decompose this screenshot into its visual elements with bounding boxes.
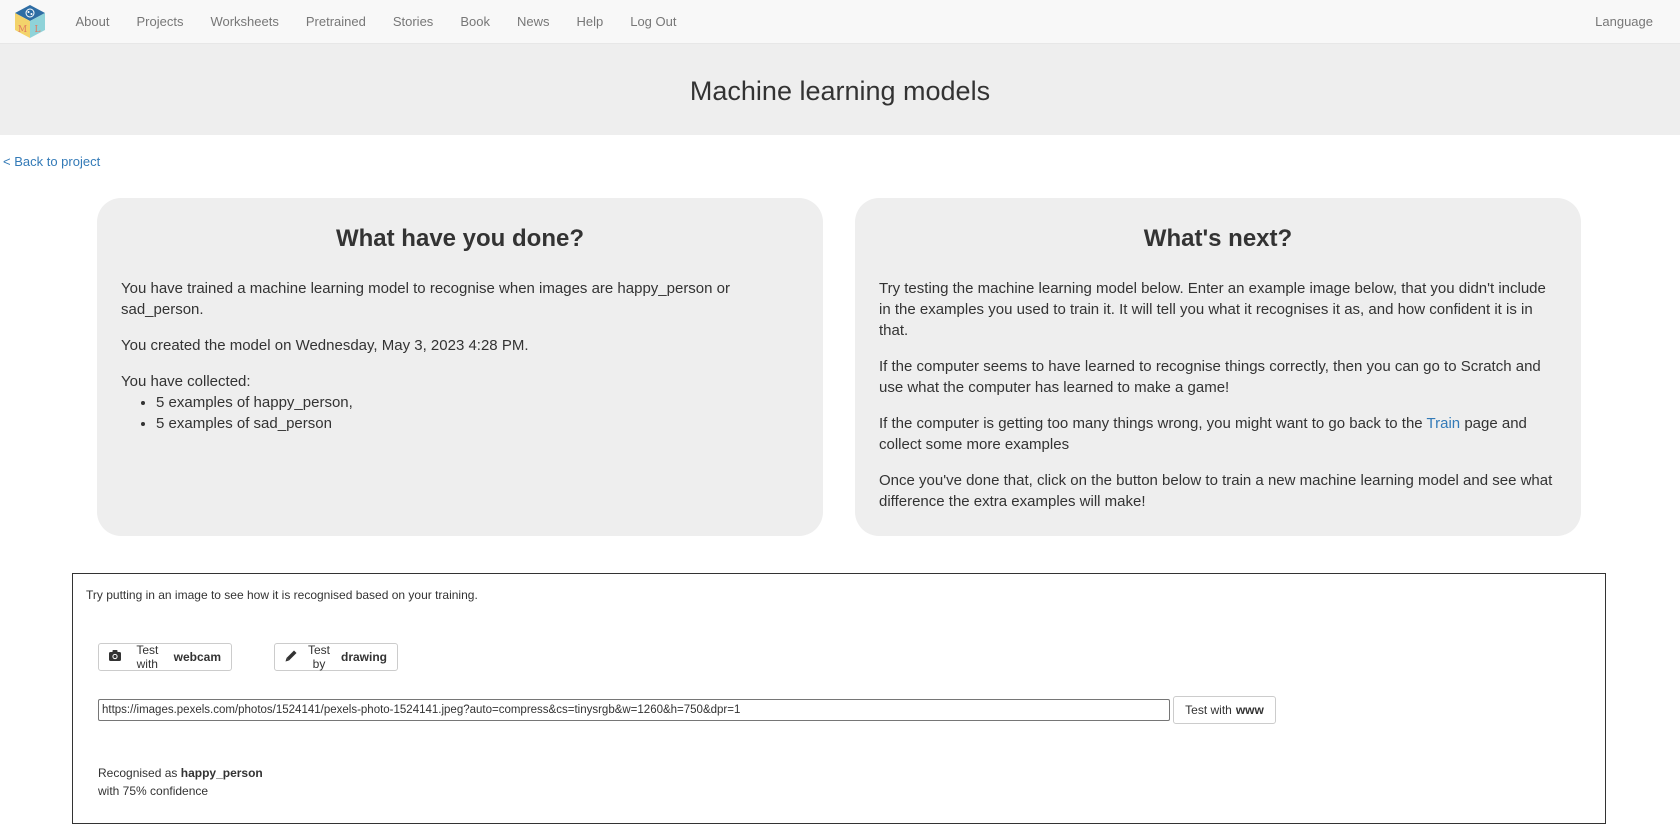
nav-menu: About Projects Worksheets Pretrained Sto… [62, 0, 690, 44]
trained-text: You have trained a machine learning mode… [121, 280, 731, 318]
next-paragraph-3: If the computer is getting too many thin… [879, 413, 1557, 455]
next-paragraph-1: Try testing the machine learning model b… [879, 280, 1546, 339]
webcam-button-bold: webcam [173, 650, 221, 664]
recognised-prefix: Recognised as [98, 766, 178, 780]
recognition-result: Recognised as happy_person with 75% conf… [98, 764, 263, 800]
nav-item-news[interactable]: News [503, 0, 563, 44]
test-by-drawing-button[interactable]: Test by drawing [274, 643, 398, 671]
test-with-www-button[interactable]: Test with www [1173, 696, 1276, 724]
language-menu[interactable]: Language [1595, 0, 1653, 44]
page-header: Machine learning models [0, 44, 1680, 135]
next-paragraph-4: Once you've done that, click on the butt… [879, 472, 1553, 510]
list-item: 5 examples of sad_person [156, 413, 799, 434]
collected-label: You have collected: [121, 373, 251, 390]
nav-item-logout[interactable]: Log Out [617, 0, 690, 44]
draw-button-bold: drawing [340, 650, 387, 664]
nav-item-about[interactable]: About [62, 0, 123, 44]
card-title: What's next? [1143, 225, 1293, 252]
test-intro-text: Try putting in an image to see how it is… [86, 588, 478, 602]
www-button-prefix: Test with [1185, 703, 1232, 717]
card-title: What have you done? [335, 225, 584, 252]
back-to-project-link[interactable]: < Back to project [3, 154, 100, 169]
image-url-input[interactable] [98, 699, 1170, 721]
whats-next-card: What's next? Try testing the machine lea… [855, 198, 1581, 536]
list-item: 5 examples of happy_person, [156, 392, 799, 413]
created-text: You created the model on Wednesday, May … [121, 337, 529, 354]
pencil-icon [285, 650, 301, 665]
test-with-webcam-button[interactable]: Test with webcam [98, 643, 232, 671]
www-button-bold: www [1235, 703, 1264, 717]
nav-item-help[interactable]: Help [563, 0, 617, 44]
navbar: M L About Projects Worksheets Pretrained… [0, 0, 1680, 44]
nav-item-stories[interactable]: Stories [379, 0, 446, 44]
svg-text:M: M [18, 25, 27, 35]
camera-icon [109, 650, 125, 664]
recognised-label: happy_person [180, 766, 263, 780]
webcam-button-prefix: Test with [136, 643, 159, 671]
next-paragraph-2: If the computer seems to have learned to… [879, 358, 1541, 396]
svg-text:L: L [35, 25, 41, 35]
test-panel: Try putting in an image to see how it is… [72, 573, 1606, 824]
what-have-you-done-card: What have you done? You have trained a m… [97, 198, 823, 536]
recognised-line: Recognised as happy_person [98, 764, 263, 782]
confidence-text: with 75% confidence [98, 784, 209, 798]
nav-item-book[interactable]: Book [447, 0, 504, 44]
p3-before: If the computer is getting too many thin… [879, 415, 1427, 432]
nav-item-pretrained[interactable]: Pretrained [292, 0, 379, 44]
logo-icon[interactable]: M L [14, 4, 46, 39]
nav-item-worksheets[interactable]: Worksheets [197, 0, 292, 44]
draw-button-prefix: Test by [307, 643, 330, 671]
train-link[interactable]: Train [1427, 415, 1461, 432]
collected-list: 5 examples of happy_person, 5 examples o… [156, 392, 799, 434]
page-title: Machine learning models [689, 75, 991, 106]
nav-item-projects[interactable]: Projects [123, 0, 197, 44]
